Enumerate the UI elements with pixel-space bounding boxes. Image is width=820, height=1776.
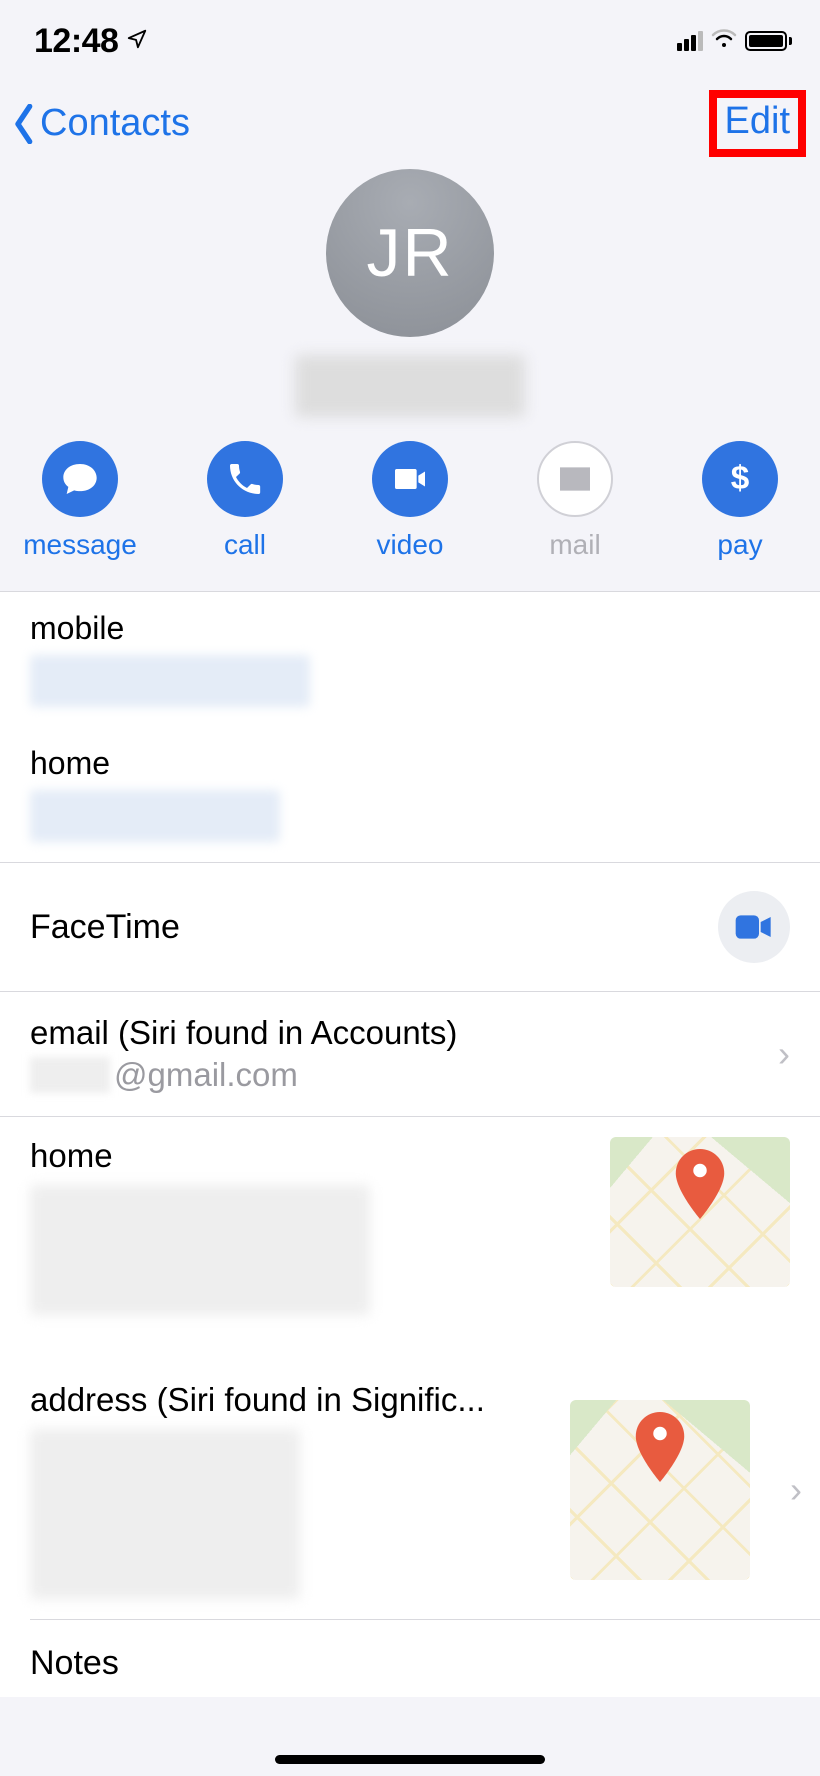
video-label: video	[377, 529, 444, 561]
status-time: 12:48	[34, 22, 118, 61]
cellular-signal-icon	[677, 31, 703, 51]
edit-button[interactable]: Edit	[725, 100, 790, 142]
call-label: call	[224, 529, 266, 561]
dollar-icon: $	[702, 441, 778, 517]
avatar-initials: JR	[366, 214, 453, 292]
notes-label: Notes	[30, 1644, 119, 1682]
phone-icon	[207, 441, 283, 517]
siri-address-row[interactable]: address (Siri found in Signific... ›	[0, 1361, 820, 1619]
contact-avatar: JR	[326, 169, 494, 337]
map-pin-icon	[633, 1412, 687, 1487]
back-button[interactable]: Contacts	[12, 102, 190, 145]
email-label: email (Siri found in Accounts)	[30, 1014, 778, 1052]
pay-label: pay	[717, 529, 762, 561]
email-row[interactable]: email (Siri found in Accounts) @gmail.co…	[0, 992, 820, 1117]
home-address-map-thumbnail[interactable]	[610, 1137, 790, 1287]
siri-address-map-thumbnail[interactable]	[570, 1400, 750, 1580]
back-label: Contacts	[40, 102, 190, 145]
mail-action[interactable]: mail	[525, 441, 625, 561]
call-action[interactable]: call	[195, 441, 295, 561]
home-phone-row[interactable]: home	[0, 727, 820, 863]
siri-address-label: address (Siri found in Signific...	[30, 1381, 550, 1419]
contact-name-redacted	[295, 355, 525, 417]
mail-label: mail	[549, 529, 600, 561]
wifi-icon	[711, 29, 737, 54]
location-services-icon	[126, 28, 148, 55]
status-bar: 12:48	[0, 0, 820, 68]
map-pin-icon	[673, 1149, 727, 1224]
chevron-right-icon: ›	[778, 1033, 790, 1075]
video-icon	[372, 441, 448, 517]
siri-address-redacted	[30, 1429, 300, 1599]
message-icon	[42, 441, 118, 517]
facetime-label: FaceTime	[30, 908, 180, 947]
navigation-bar: Contacts Edit	[0, 68, 820, 167]
home-address-row[interactable]: home	[0, 1117, 820, 1335]
home-address-label: home	[30, 1137, 590, 1175]
mail-icon	[537, 441, 613, 517]
message-label: message	[23, 529, 137, 561]
mobile-value-redacted	[30, 655, 310, 707]
video-action[interactable]: video	[360, 441, 460, 561]
notes-row[interactable]: Notes	[0, 1620, 820, 1697]
email-local-redacted	[30, 1057, 110, 1093]
chevron-right-icon: ›	[790, 1469, 802, 1511]
facetime-video-button[interactable]	[718, 891, 790, 963]
email-domain: @gmail.com	[114, 1056, 298, 1094]
pay-action[interactable]: $ pay	[690, 441, 790, 561]
mobile-label: mobile	[30, 610, 790, 647]
chevron-left-icon	[12, 104, 38, 144]
facetime-row[interactable]: FaceTime	[0, 863, 820, 992]
message-action[interactable]: message	[30, 441, 130, 561]
battery-icon	[745, 31, 792, 51]
home-label: home	[30, 745, 790, 782]
home-value-redacted	[30, 790, 280, 842]
contact-actions-row: message call video mail $ pay	[0, 417, 820, 592]
home-address-redacted	[30, 1185, 370, 1315]
home-indicator[interactable]	[275, 1755, 545, 1764]
edit-button-highlight: Edit	[709, 90, 806, 157]
mobile-phone-row[interactable]: mobile	[0, 592, 820, 727]
svg-text:$: $	[731, 460, 750, 497]
